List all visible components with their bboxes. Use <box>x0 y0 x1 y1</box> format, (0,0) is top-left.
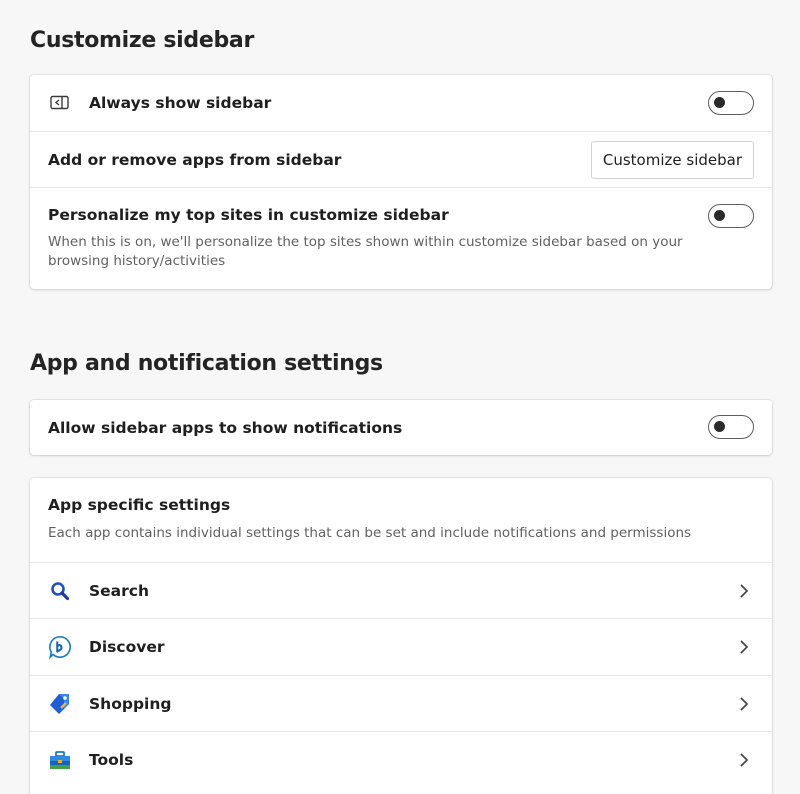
always-show-sidebar-row: Always show sidebar <box>30 75 772 132</box>
app-label: Shopping <box>89 694 172 713</box>
app-specific-description: Each app contains individual settings th… <box>48 525 692 541</box>
discover-icon <box>48 635 72 660</box>
always-show-sidebar-label: Always show sidebar <box>89 94 272 112</box>
toggle-knob <box>714 210 725 221</box>
chevron-right-icon <box>740 584 749 598</box>
sidebar-panel-icon <box>48 91 72 115</box>
toolbox-icon <box>48 748 72 772</box>
chevron-right-icon <box>740 640 749 654</box>
app-row-discover[interactable]: Discover <box>30 619 772 676</box>
search-icon <box>48 579 72 603</box>
shopping-tag-icon <box>48 692 72 716</box>
allow-notifications-toggle[interactable] <box>708 415 754 439</box>
personalize-top-sites-description: When this is on, we'll personalize the t… <box>48 234 683 269</box>
customize-sidebar-card: Always show sidebar Add or remove apps f… <box>30 75 772 289</box>
app-specific-header: App specific settings Each app contains … <box>30 478 772 563</box>
app-row-shopping[interactable]: Shopping <box>30 676 772 732</box>
chevron-right-icon <box>740 753 749 767</box>
allow-notifications-card: Allow sidebar apps to show notifications <box>30 400 772 455</box>
allow-notifications-row: Allow sidebar apps to show notifications <box>30 400 772 455</box>
app-label: Discover <box>89 638 165 656</box>
app-row-search[interactable]: Search <box>30 563 772 619</box>
chevron-right-icon <box>740 697 749 711</box>
app-specific-title: App specific settings <box>48 496 231 514</box>
add-remove-apps-row: Add or remove apps from sidebar Customiz… <box>30 132 772 188</box>
app-specific-settings-card: App specific settings Each app contains … <box>30 478 772 794</box>
toggle-knob <box>714 421 725 432</box>
personalize-top-sites-row: Personalize my top sites in customize si… <box>30 188 772 289</box>
section-title-app-notification-settings: App and notification settings <box>30 351 383 376</box>
personalize-top-sites-toggle[interactable] <box>708 204 754 228</box>
always-show-sidebar-toggle[interactable] <box>708 91 754 115</box>
add-remove-apps-label: Add or remove apps from sidebar <box>48 150 342 169</box>
allow-notifications-label: Allow sidebar apps to show notifications <box>48 418 403 437</box>
customize-sidebar-button[interactable]: Customize sidebar <box>590 141 754 179</box>
section-title-customize-sidebar: Customize sidebar <box>30 28 255 53</box>
personalize-top-sites-label: Personalize my top sites in customize si… <box>48 206 449 224</box>
app-row-tools[interactable]: Tools <box>30 732 772 788</box>
app-label: Tools <box>89 751 134 769</box>
app-label: Search <box>89 581 150 600</box>
toggle-knob <box>714 97 725 108</box>
